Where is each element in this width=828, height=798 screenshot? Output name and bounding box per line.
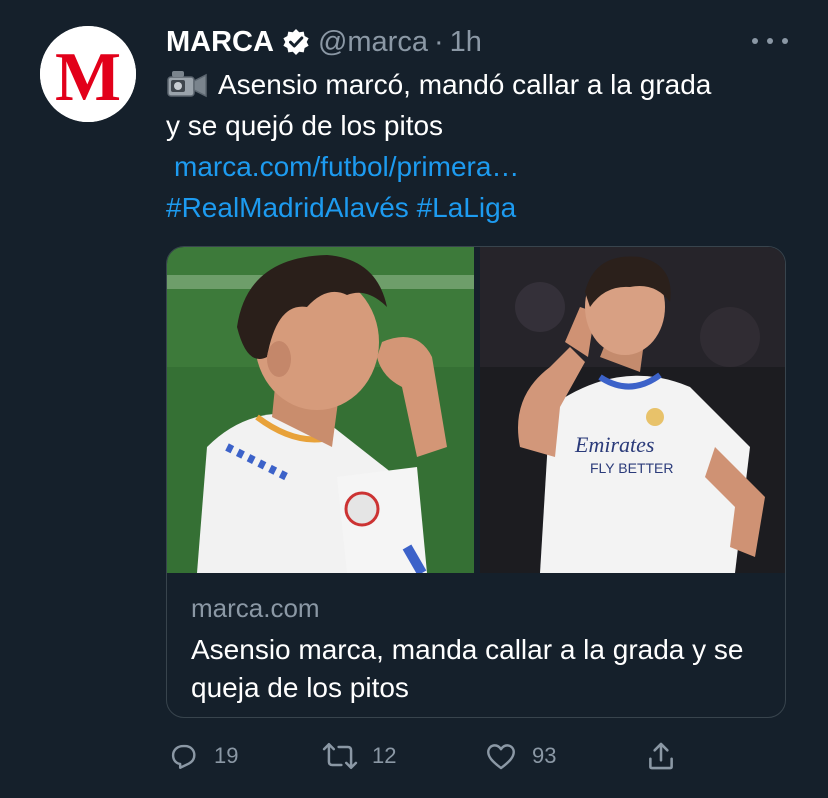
- like-icon: [487, 744, 515, 770]
- verified-badge-icon: [282, 28, 310, 56]
- card-title: Asensio marca, manda callar a la grada y…: [191, 634, 744, 703]
- retweet-button[interactable]: 12: [322, 736, 396, 776]
- reply-count: 19: [214, 743, 239, 768]
- separator-dot: ·: [433, 25, 444, 58]
- reply-icon: [171, 744, 196, 769]
- author-handle[interactable]: @marca: [318, 26, 428, 59]
- tweet-timestamp[interactable]: 1h: [450, 26, 482, 59]
- link-preview-card[interactable]: Emirates FLY BETTER marca.com Asensio ma…: [166, 246, 786, 718]
- tweet-text-main: Asensio marcó, mandó callar a la grada: [218, 69, 712, 100]
- video-camera-icon: [166, 68, 208, 98]
- reply-button[interactable]: 19: [166, 736, 238, 776]
- tweet-header: MARCA @marca · 1h: [166, 22, 482, 62]
- tweet-link[interactable]: marca.com/futbol/primera…: [166, 146, 806, 187]
- retweet-count: 12: [372, 743, 397, 768]
- tweet-text-line-1: Asensio marcó, mandó callar a la grada: [166, 64, 806, 105]
- retweet-icon: [322, 742, 358, 770]
- share-icon: [649, 742, 673, 770]
- marca-logo: M: [40, 26, 136, 122]
- author-name[interactable]: MARCA: [166, 26, 274, 59]
- tweet-actions: 19 12 93: [166, 736, 686, 776]
- card-image-left: [167, 247, 474, 576]
- share-button[interactable]: [644, 736, 678, 776]
- svg-text:FLY BETTER: FLY BETTER: [590, 460, 674, 476]
- card-domain: marca.com: [191, 593, 320, 623]
- card-images: Emirates FLY BETTER: [167, 247, 785, 576]
- card-image-right: Emirates FLY BETTER: [480, 247, 785, 573]
- more-options-icon[interactable]: [752, 34, 788, 48]
- svg-text:Emirates: Emirates: [574, 432, 654, 457]
- author-avatar[interactable]: M: [40, 26, 136, 122]
- tweet-text: Asensio marcó, mandó callar a la grada y…: [166, 64, 806, 228]
- like-button[interactable]: 93: [484, 736, 556, 776]
- marca-logo-letter: M: [55, 39, 121, 116]
- tweet-hashtags[interactable]: #RealMadridAlavés #LaLiga: [166, 187, 806, 228]
- like-count: 93: [532, 743, 557, 768]
- tweet-text-line-2: y se quejó de los pitos: [166, 110, 444, 141]
